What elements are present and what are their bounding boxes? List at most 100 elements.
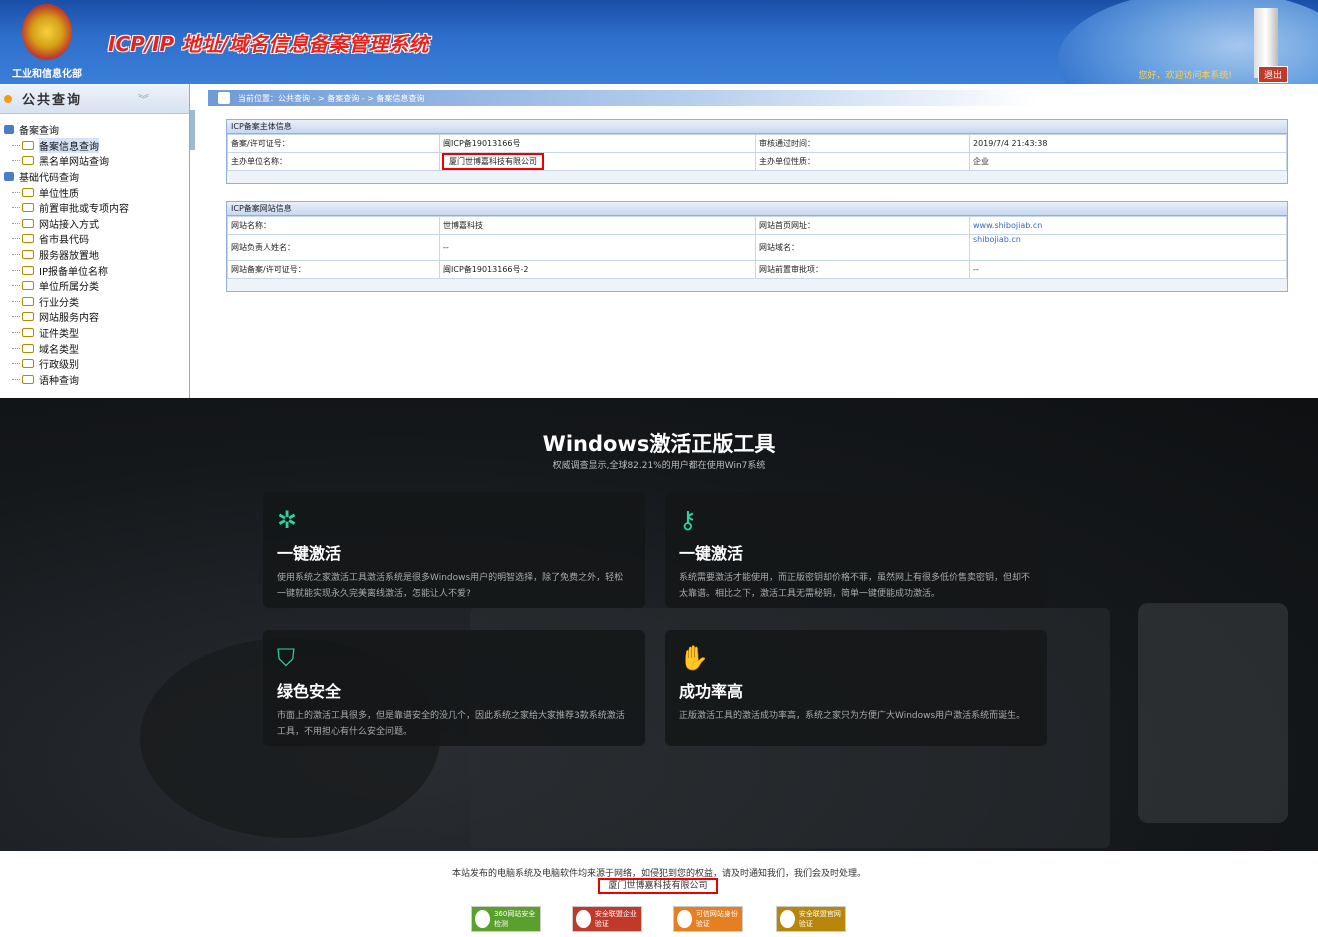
national-emblem-icon xyxy=(22,4,72,60)
sidebar-item-label: 行政级别 xyxy=(39,360,79,372)
sidebar-group[interactable]: 备案查询 xyxy=(0,122,189,138)
badge-label: 360网站安全检测 xyxy=(493,910,536,928)
page-icon xyxy=(22,265,34,275)
badge-label: 可信网站身份验证 xyxy=(695,910,738,928)
tree-connector xyxy=(12,285,20,287)
sidebar-item-label: 黑名单网站查询 xyxy=(39,157,109,169)
page-icon xyxy=(22,312,34,322)
icp-query-screenshot: 工业和信息化部 ICP/IP 地址/域名信息备案管理系统 您好，欢迎访问本系统!… xyxy=(0,0,1318,398)
sidebar-item-label: 服务器放置地 xyxy=(39,251,99,263)
card-desc: 市面上的激活工具很多，但是靠谱安全的没几个，因此系统之家给大家推荐3款系统激活工… xyxy=(277,711,625,737)
page-icon xyxy=(22,203,34,213)
dept-name: 工业和信息化部 xyxy=(12,69,82,80)
sidebar-header[interactable]: 公共查询 ︾ xyxy=(0,84,189,114)
promo-subtitle: 权威调查显示,全球82.21%的用户都在使用Win7系统 xyxy=(552,461,766,471)
page-icon xyxy=(22,281,34,291)
field-label: 网站名称： xyxy=(227,216,440,235)
company-name-highlight: 厦门世博嘉科技有限公司 xyxy=(442,153,544,170)
sidebar-item[interactable]: 行业分类 xyxy=(0,294,189,310)
breadcrumb: 当前位置：公共查询 - > 备案查询 - > 备案信息查询 xyxy=(208,90,1038,106)
card-title: 一键激活 xyxy=(679,544,744,563)
tree-connector xyxy=(12,363,20,365)
field-label: 备案/许可证号： xyxy=(227,134,440,153)
card-title: 成功率高 xyxy=(679,682,744,701)
sidebar-item[interactable]: 行政级别 xyxy=(0,356,189,372)
tree-connector xyxy=(12,254,20,256)
welcome-text: 您好，欢迎访问本系统! xyxy=(1138,71,1232,81)
sidebar-item[interactable]: 省市县代码 xyxy=(0,231,189,247)
sidebar-item-label: 备案信息查询 xyxy=(39,137,99,153)
click-icon: ✲ xyxy=(277,506,298,534)
tree-connector xyxy=(12,191,20,193)
trust-badge-360[interactable]: 360网站安全检测 xyxy=(471,906,541,932)
breadcrumb-text: 当前位置：公共查询 - > 备案查询 - > 备案信息查询 xyxy=(238,93,425,103)
field-value: 闽ICP备19013166号-2 xyxy=(439,260,756,279)
tree-connector xyxy=(12,269,20,271)
field-value: 闽ICP备19013166号 xyxy=(439,134,756,153)
tree-connector xyxy=(12,300,20,302)
sidebar-item[interactable]: 网站接入方式 xyxy=(0,216,189,232)
sidebar-group[interactable]: 基础代码查询 xyxy=(0,169,189,185)
sidebar-item-label: 基础代码查询 xyxy=(19,173,79,185)
page-icon xyxy=(22,234,34,244)
sidebar-item[interactable]: 证件类型 xyxy=(0,325,189,341)
card-desc: 系统需要激活才能使用，而正版密钥却价格不菲，虽然网上有很多低价售卖密钥，但却不太… xyxy=(679,573,1031,599)
sidebar-item[interactable]: 单位所属分类 xyxy=(0,278,189,294)
sidebar-item-label: 网站接入方式 xyxy=(39,219,99,231)
home-icon[interactable] xyxy=(218,92,230,104)
footer-company-highlight: 厦门世博嘉科技有限公司 xyxy=(598,878,718,894)
website-info-table: 网站名称： 世博嘉科技 网站首页网址： www.shibojiab.cn 网站负… xyxy=(227,216,1287,279)
page-icon xyxy=(22,296,34,306)
header-banner: 工业和信息化部 ICP/IP 地址/域名信息备案管理系统 您好，欢迎访问本系统!… xyxy=(0,0,1318,84)
tree-connector xyxy=(12,160,20,162)
logout-button[interactable]: 退出 xyxy=(1257,66,1288,83)
sidebar-item[interactable]: 前置审批或专项内容 xyxy=(0,200,189,216)
domain-link[interactable]: shibojiab.cn xyxy=(969,234,1287,261)
page-icon xyxy=(22,140,34,150)
folder-icon xyxy=(4,172,14,182)
trust-badge-enterprise[interactable]: 安全联盟企业验证 xyxy=(572,906,642,932)
field-label: 网站域名： xyxy=(755,234,970,261)
sidebar-item[interactable]: 域名类型 xyxy=(0,340,189,356)
badge-icon xyxy=(780,910,795,928)
folder-icon xyxy=(4,125,14,135)
sidebar-item[interactable]: 网站服务内容 xyxy=(0,309,189,325)
card-title: 绿色安全 xyxy=(277,682,342,701)
field-label: 网站首页网址： xyxy=(755,216,970,235)
badge-icon xyxy=(576,910,591,928)
tree-connector xyxy=(12,316,20,318)
subject-info-table: 备案/许可证号： 闽ICP备19013166号 审核通过时间： 2019/7/4… xyxy=(227,134,1287,171)
badge-icon xyxy=(677,910,692,928)
page-icon xyxy=(22,187,34,197)
trust-badge-official[interactable]: 安全联盟官网验证 xyxy=(776,906,846,932)
page-icon xyxy=(22,343,34,353)
sidebar-item[interactable]: IP报备单位名称 xyxy=(0,262,189,278)
feature-card: ⚷ 一键激活 系统需要激活才能使用，而正版密钥却价格不菲，虽然网上有很多低价售卖… xyxy=(665,492,1047,608)
sidebar-item-label: 证件类型 xyxy=(39,329,79,341)
subject-info-panel: ICP备案主体信息 备案/许可证号： 闽ICP备19013166号 审核通过时间… xyxy=(226,119,1288,184)
sidebar-splitter[interactable] xyxy=(190,110,195,150)
field-value: -- xyxy=(439,234,756,261)
chevron-down-icon[interactable]: ︾ xyxy=(138,91,149,107)
field-value: 厦门世博嘉科技有限公司 xyxy=(439,152,756,171)
field-label: 网站负责人姓名： xyxy=(227,234,440,261)
page-icon xyxy=(22,328,34,338)
table-row: 网站备案/许可证号： 闽ICP备19013166号-2 网站前置审批项： -- xyxy=(227,260,1287,279)
panel-footer xyxy=(227,279,1287,291)
card-title: 一键激活 xyxy=(277,544,342,563)
tree-connector xyxy=(12,378,20,380)
tree-connector xyxy=(12,332,20,334)
sidebar-item[interactable]: 服务器放置地 xyxy=(0,247,189,263)
sidebar-item[interactable]: 黑名单网站查询 xyxy=(0,153,189,169)
sidebar-item[interactable]: 备案信息查询 xyxy=(0,137,189,154)
tree-connector xyxy=(12,222,20,224)
sidebar-item[interactable]: 语种查询 xyxy=(0,372,189,388)
feature-card: ✲ 一键激活 使用系统之家激活工具激活系统是很多Windows用户的明智选择，除… xyxy=(263,492,645,608)
page-icon xyxy=(22,156,34,166)
field-label: 主办单位性质： xyxy=(755,152,970,171)
panel-title: ICP备案网站信息 xyxy=(227,202,1287,216)
trust-badge-trusted[interactable]: 可信网站身份验证 xyxy=(673,906,743,932)
sidebar-item-label: 行业分类 xyxy=(39,297,79,309)
homepage-link[interactable]: www.shibojiab.cn xyxy=(969,216,1287,235)
sidebar-item[interactable]: 单位性质 xyxy=(0,184,189,200)
